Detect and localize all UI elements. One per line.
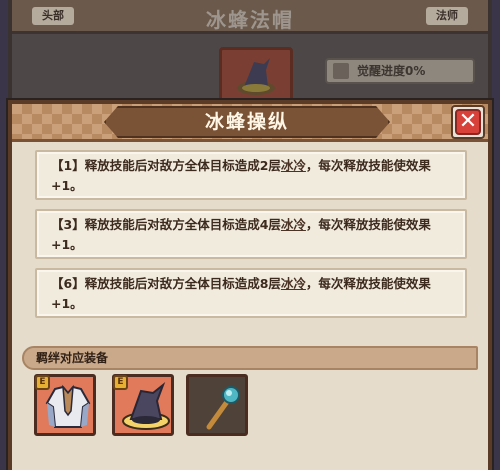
equip-slot-staff[interactable] [186,374,248,436]
item-preview [219,47,293,103]
item-detail-header: 头部 冰蜂法帽 法师 [12,0,488,34]
effect-text-line2: +1。 [51,296,83,311]
equip-section-header: 羁绊对应装备 [22,346,478,370]
equip-slot-robe[interactable]: E [34,374,96,436]
item-title: 冰蜂法帽 [206,8,294,32]
bond-effect-1: 【1】释放技能后对敌方全体目标造成2层冰冷，每次释放技能使效果 +1。 [35,150,467,200]
effect-keyword-link[interactable]: 冰冷 [281,276,306,291]
modal-title: 冰蜂操纵 [104,106,390,138]
staff-icon [206,386,240,430]
effect-keyword-link[interactable]: 冰冷 [281,217,306,232]
effect-text: ，每次释放技能使效果 [305,158,431,173]
effect-text: 【6】释放技能后对敌方全体目标造成8层 [51,276,281,291]
close-icon: ✕ [455,109,481,135]
effect-text: 【1】释放技能后对敌方全体目标造成2层 [51,158,281,173]
equip-slot-hat[interactable]: E [112,374,174,436]
bond-effect-3: 【3】释放技能后对敌方全体目标造成4层冰冷，每次释放技能使效果 +1。 [35,209,467,259]
equip-badge: E [35,375,50,390]
bond-modal: 冰蜂操纵 ✕ 【1】释放技能后对敌方全体目标造成2层冰冷，每次释放技能使效果 +… [8,100,492,470]
bond-effects-list: 【1】释放技能后对敌方全体目标造成2层冰冷，每次释放技能使效果 +1。 【3】释… [35,150,467,327]
effect-text: ，每次释放技能使效果 [305,276,431,291]
equip-badge: E [113,375,128,390]
effect-keyword-link[interactable]: 冰冷 [281,158,306,173]
effect-text: 【3】释放技能后对敌方全体目标造成4层 [51,217,281,232]
modal-header: 冰蜂操纵 ✕ [12,104,488,142]
effect-text-line2: +1。 [51,178,83,193]
effect-text-line2: +1。 [51,237,83,252]
bond-effect-6: 【6】释放技能后对敌方全体目标造成8层冰冷，每次释放技能使效果 +1。 [35,268,467,318]
job-label: 法师 [426,7,468,25]
effect-text: ，每次释放技能使效果 [305,217,431,232]
awaken-progress-label: 觉醒进度0% [357,64,426,78]
awaken-progress: 觉醒进度0% [325,58,475,84]
close-button[interactable]: ✕ [451,105,485,139]
wizard-hat-icon [237,58,275,95]
lock-icon [333,63,349,79]
